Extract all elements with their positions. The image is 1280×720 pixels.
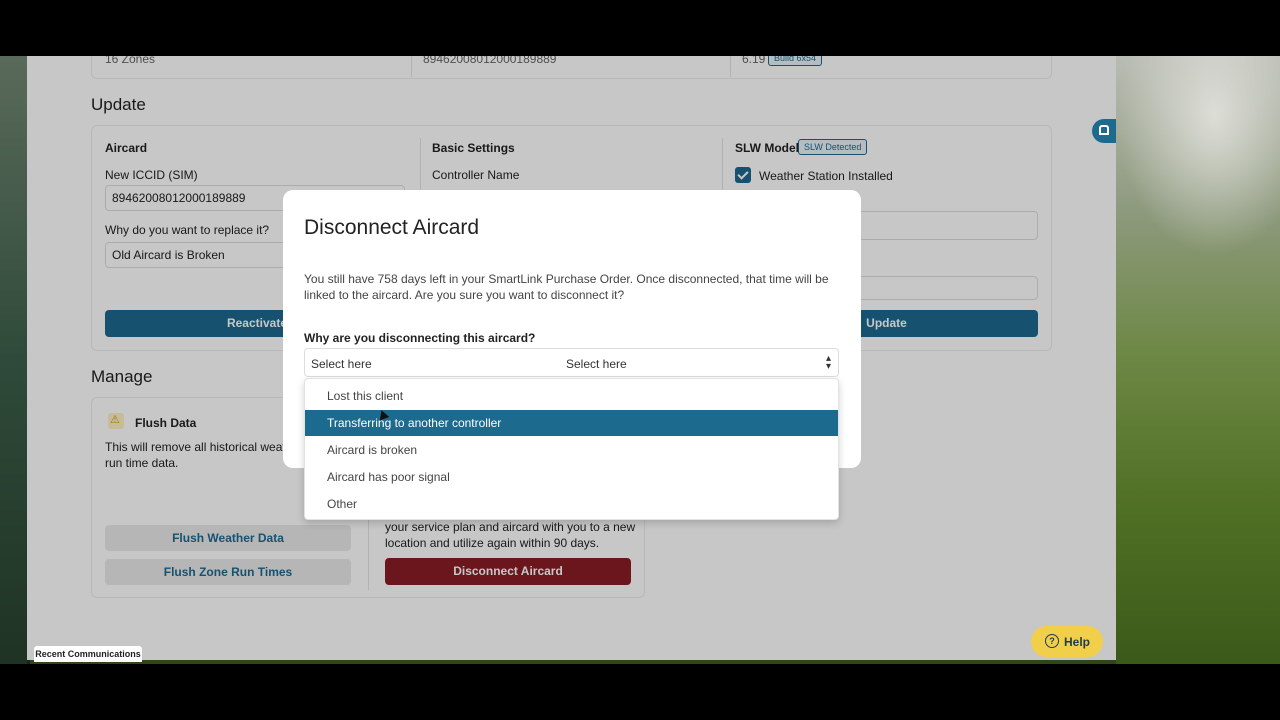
dropdown-option[interactable]: Aircard is broken — [305, 437, 838, 463]
help-label: Help — [1064, 635, 1091, 649]
modal-body: You still have 758 days left in your Sma… — [304, 272, 829, 302]
lock-icon — [1099, 125, 1109, 135]
modal-title: Disconnect Aircard — [304, 216, 480, 239]
background-left-strip — [0, 56, 30, 664]
side-panel-toggle[interactable] — [1092, 119, 1116, 143]
dropdown-option[interactable]: Other — [305, 491, 838, 517]
screen-frame: 16 Zones 89462008012000189889 6.19 Build… — [0, 0, 1280, 720]
question-icon: ? — [1045, 634, 1059, 648]
select-value: Select here — [566, 357, 627, 371]
dropdown-option[interactable]: Aircard has poor signal — [305, 464, 838, 490]
dropdown-option[interactable]: Lost this client — [305, 383, 838, 409]
disconnect-reason-label: Why are you disconnecting this aircard? — [304, 331, 536, 345]
recent-communications-tab[interactable]: Recent Communications — [34, 646, 142, 662]
disconnect-reason-dropdown: Lost this client Transferring to another… — [304, 378, 839, 520]
select-placeholder: Select here — [311, 357, 372, 371]
select-chevron-icon: ▴ ▾ — [825, 353, 831, 372]
disconnect-reason-select[interactable]: Select here Select here ▴ ▾ — [304, 348, 839, 377]
help-button[interactable]: ? Help — [1031, 626, 1103, 657]
background-fog — [1116, 56, 1280, 256]
